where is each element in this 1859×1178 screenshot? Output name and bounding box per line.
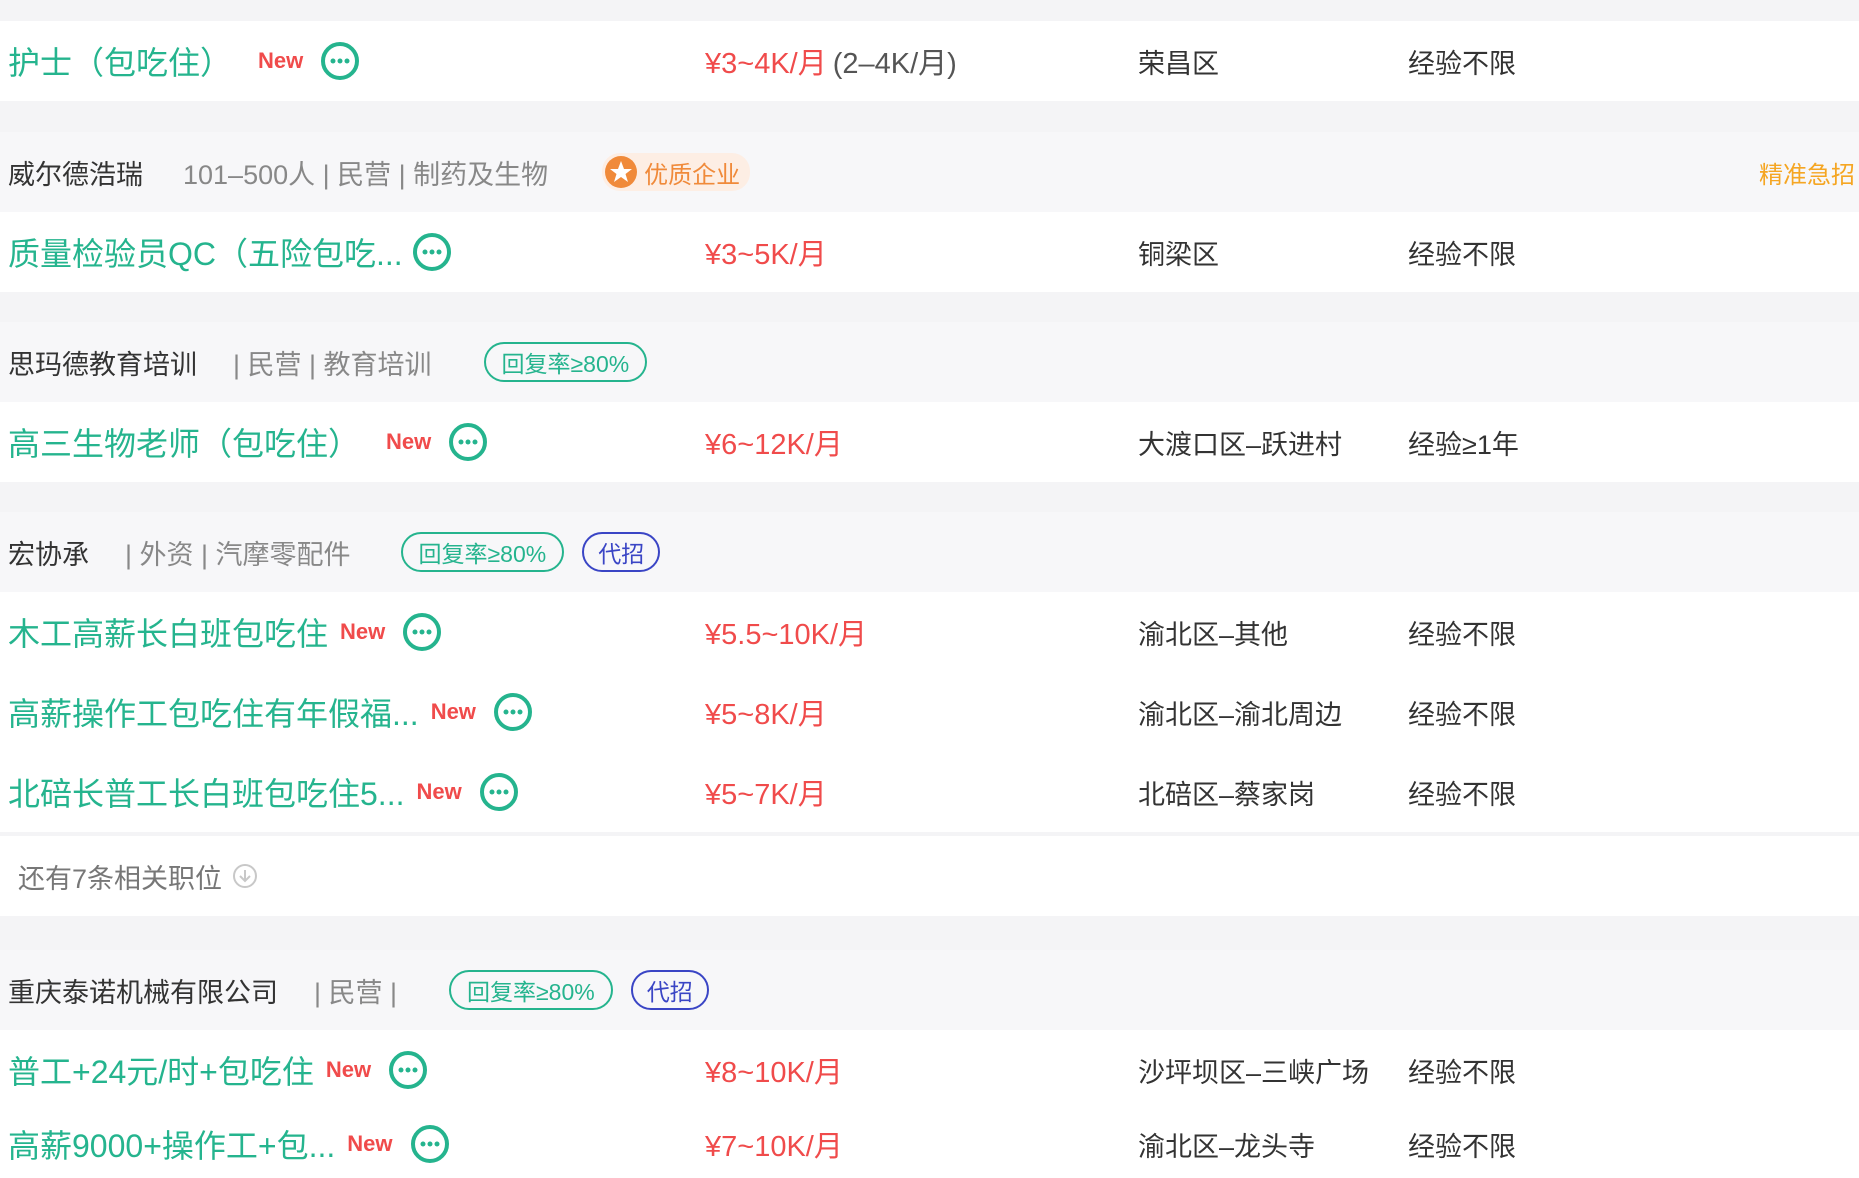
more-jobs-link[interactable]: 还有7条相关职位 bbox=[18, 836, 258, 916]
experience: 经验不限 bbox=[1408, 48, 1516, 79]
job-row[interactable]: 护士（包吃住） New ¥3~4K/月 (2–4K/月) 荣昌区 经验不限 bbox=[0, 21, 1859, 101]
reply-rate-badge: 回复率≥80% bbox=[483, 342, 648, 382]
more-jobs-text[interactable]: 还有7条相关职位 bbox=[18, 857, 222, 896]
chat-bubble-icon[interactable] bbox=[410, 1125, 449, 1163]
agent-badge: 代招 bbox=[630, 970, 709, 1010]
job-title[interactable]: 高薪操作工包吃住有年假福... bbox=[8, 689, 419, 735]
company-row[interactable]: 宏协承 | 外资 | 汽摩零配件 回复率≥80% 代招 bbox=[0, 512, 1859, 592]
company-name-text[interactable]: 思玛德教育培训 bbox=[8, 343, 197, 382]
job-row[interactable]: 普工+24元/时+包吃住 New ¥8~10K/月 沙坪坝区–三峡广场 经验不限 bbox=[0, 1030, 1859, 1110]
job-title[interactable]: 普工+24元/时+包吃住 bbox=[8, 1047, 314, 1093]
company-name-text[interactable]: 宏协承 bbox=[8, 533, 89, 572]
location: 荣昌区 bbox=[1138, 48, 1219, 79]
job-title-cell[interactable]: 木工高薪长白班包吃住 New bbox=[8, 592, 442, 672]
quality-badge: 优质企业 bbox=[602, 153, 751, 191]
location: 沙坪坝区–三峡广场 bbox=[1138, 1057, 1370, 1088]
location: 渝北区–龙头寺 bbox=[1138, 1131, 1316, 1162]
job-title-cell[interactable]: 北碚长普工长白班包吃住5... New bbox=[8, 752, 518, 832]
salary: ¥7~10K/月 bbox=[705, 1131, 843, 1163]
company-row[interactable]: 重庆泰诺机械有限公司 | 民营 | 回复率≥80% 代招 bbox=[0, 950, 1859, 1030]
experience: 经验不限 bbox=[1408, 699, 1516, 730]
star-badge-icon bbox=[605, 156, 638, 188]
salary: ¥6~12K/月 bbox=[705, 429, 843, 461]
job-title-cell[interactable]: 高薪操作工包吃住有年假福... New bbox=[8, 672, 532, 752]
new-tag: New bbox=[430, 699, 476, 724]
salary: ¥5~7K/月 bbox=[705, 779, 827, 811]
salary: ¥3~4K/月 (2–4K/月) bbox=[705, 21, 957, 101]
company-name[interactable]: 思玛德教育培训 | 民营 | 教育培训 回复率≥80% bbox=[8, 322, 648, 402]
job-title-cell[interactable]: 质量检验员QC（五险包吃... bbox=[8, 212, 451, 292]
salary-value: ¥3~4K/月 bbox=[705, 48, 827, 80]
chat-bubble-icon[interactable] bbox=[449, 423, 488, 461]
company-name[interactable]: 重庆泰诺机械有限公司 | 民营 | 回复率≥80% 代招 bbox=[8, 950, 709, 1030]
chat-bubble-icon[interactable] bbox=[321, 42, 360, 80]
chat-bubble-icon[interactable] bbox=[479, 773, 518, 811]
experience: 经验≥1年 bbox=[1408, 429, 1519, 460]
chat-bubble-icon[interactable] bbox=[389, 1051, 428, 1089]
experience: 经验不限 bbox=[1408, 619, 1516, 650]
job-row[interactable]: 高三生物老师（包吃住） New ¥6~12K/月 大渡口区–跃进村 经验≥1年 bbox=[0, 402, 1859, 482]
company-row[interactable]: 威尔德浩瑞 101–500人 | 民营 | 制药及生物 优质企业 精准急招 bbox=[0, 132, 1859, 212]
company-info: | 民营 | bbox=[314, 977, 398, 1008]
arrow-down-circle-icon[interactable] bbox=[232, 863, 258, 889]
location: 渝北区–渝北周边 bbox=[1138, 699, 1343, 730]
job-title[interactable]: 木工高薪长白班包吃住 bbox=[8, 609, 328, 655]
job-row[interactable]: 质量检验员QC（五险包吃... ¥3~5K/月 铜梁区 经验不限 bbox=[0, 212, 1859, 292]
job-title-cell[interactable]: 护士（包吃住） New bbox=[8, 21, 360, 101]
new-tag: New bbox=[347, 1131, 393, 1156]
experience: 经验不限 bbox=[1408, 1131, 1516, 1162]
chat-bubble-icon[interactable] bbox=[412, 233, 451, 271]
location: 铜梁区 bbox=[1138, 239, 1219, 270]
job-title[interactable]: 北碚长普工长白班包吃住5... bbox=[8, 769, 404, 815]
company-info: | 民营 | 教育培训 bbox=[233, 349, 432, 380]
salary: ¥8~10K/月 bbox=[705, 1057, 843, 1089]
job-title-cell[interactable]: 高薪9000+操作工+包... New bbox=[8, 1110, 449, 1178]
job-title[interactable]: 护士（包吃住） bbox=[8, 38, 232, 84]
quality-label: 优质企业 bbox=[644, 161, 741, 189]
urgent-tag: 精准急招 bbox=[1759, 161, 1855, 189]
salary: ¥5~8K/月 bbox=[705, 699, 827, 731]
company-row[interactable]: 思玛德教育培训 | 民营 | 教育培训 回复率≥80% bbox=[0, 322, 1859, 402]
company-info: | 外资 | 汽摩零配件 bbox=[125, 539, 351, 570]
job-title[interactable]: 高薪9000+操作工+包... bbox=[8, 1121, 335, 1167]
experience: 经验不限 bbox=[1408, 779, 1516, 810]
new-tag: New bbox=[386, 429, 432, 454]
job-title[interactable]: 高三生物老师（包吃住） bbox=[8, 419, 360, 465]
new-tag: New bbox=[340, 619, 386, 644]
company-name[interactable]: 宏协承 | 外资 | 汽摩零配件 回复率≥80% 代招 bbox=[8, 512, 661, 592]
new-tag: New bbox=[416, 779, 462, 804]
salary: ¥3~5K/月 bbox=[705, 239, 827, 271]
job-title-cell[interactable]: 普工+24元/时+包吃住 New bbox=[8, 1030, 428, 1110]
company-info: 101–500人 | 民营 | 制药及生物 bbox=[183, 159, 549, 190]
salary: ¥5.5~10K/月 bbox=[705, 619, 868, 651]
salary-sub: (2–4K/月) bbox=[832, 48, 957, 80]
reply-rate-badge: 回复率≥80% bbox=[449, 970, 613, 1010]
chat-bubble-icon[interactable] bbox=[493, 693, 532, 731]
company-name[interactable]: 威尔德浩瑞 101–500人 | 民营 | 制药及生物 优质企业 bbox=[8, 132, 751, 212]
company-name-text[interactable]: 威尔德浩瑞 bbox=[8, 153, 143, 192]
reply-rate-badge: 回复率≥80% bbox=[400, 532, 565, 572]
job-title-cell[interactable]: 高三生物老师（包吃住） New bbox=[8, 402, 488, 482]
new-tag: New bbox=[325, 1057, 372, 1082]
experience: 经验不限 bbox=[1408, 1057, 1516, 1088]
new-tag: New bbox=[258, 48, 304, 73]
company-name-text[interactable]: 重庆泰诺机械有限公司 bbox=[8, 971, 278, 1010]
experience: 经验不限 bbox=[1408, 239, 1516, 270]
location: 北碚区–蔡家岗 bbox=[1138, 779, 1316, 810]
job-row[interactable]: 高薪9000+操作工+包... New ¥7~10K/月 渝北区–龙头寺 经验不… bbox=[0, 1110, 1859, 1178]
more-jobs-row[interactable]: 还有7条相关职位 bbox=[0, 836, 1859, 916]
agent-badge: 代招 bbox=[582, 532, 661, 572]
chat-bubble-icon[interactable] bbox=[403, 613, 442, 651]
location: 大渡口区–跃进村 bbox=[1138, 429, 1343, 460]
location: 渝北区–其他 bbox=[1138, 619, 1289, 650]
job-title[interactable]: 质量检验员QC（五险包吃... bbox=[8, 229, 403, 275]
job-row[interactable]: 北碚长普工长白班包吃住5... New ¥5~7K/月 北碚区–蔡家岗 经验不限 bbox=[0, 752, 1859, 832]
job-row[interactable]: 木工高薪长白班包吃住 New ¥5.5~10K/月 渝北区–其他 经验不限 bbox=[0, 592, 1859, 672]
job-row[interactable]: 高薪操作工包吃住有年假福... New ¥5~8K/月 渝北区–渝北周边 经验不… bbox=[0, 672, 1859, 752]
